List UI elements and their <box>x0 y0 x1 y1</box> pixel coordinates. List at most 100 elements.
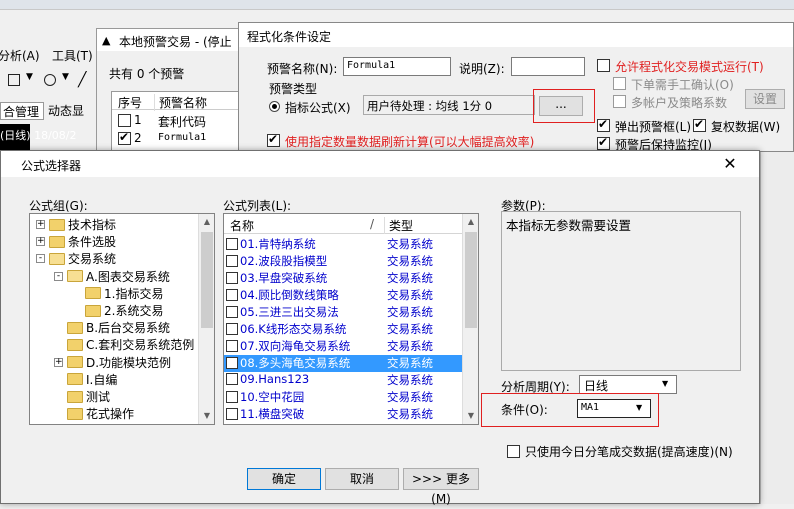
formula-name-text: 06.K线形态交易系统 <box>240 322 347 336</box>
only-today-checkbox[interactable] <box>507 445 520 458</box>
alert-name-input[interactable]: Formula1 <box>343 57 451 76</box>
alert-table: 序号 预警名称 1 套利代码 2 Formula1 <box>111 91 256 159</box>
condition-select[interactable]: MA1 ▼ <box>577 399 651 418</box>
manual-confirm-checkbox[interactable] <box>613 77 626 90</box>
tree-item[interactable]: I.自编 <box>54 371 117 388</box>
folder-icon <box>49 218 65 231</box>
tree-item[interactable]: + D.功能模块范例 <box>54 354 171 371</box>
table-row[interactable]: 1 套利代码 <box>112 112 256 130</box>
close-button[interactable]: ✕ <box>701 151 759 177</box>
col-seq-header[interactable]: 序号 <box>118 94 142 111</box>
chevron-down-icon: ▼ <box>636 403 643 412</box>
list-item[interactable]: 02.波段股指模型 交易系统 <box>224 253 462 270</box>
scroll-down-icon[interactable]: ▼ <box>463 408 478 424</box>
formula-name: 02.波段股指模型 <box>226 253 327 269</box>
tree-item[interactable]: C.套利交易系统范例 <box>54 336 194 353</box>
scroll-thumb[interactable] <box>465 232 477 328</box>
tree-item-label: B.后台交易系统 <box>86 321 171 336</box>
col-name-header[interactable]: 名称 <box>230 217 254 234</box>
selector-titlebar: 公式选择器 ✕ <box>1 151 759 177</box>
tree-item[interactable]: - 交易系统 <box>36 250 116 267</box>
formula-name: 08.多头海龟交易系统 <box>226 355 350 371</box>
period-select[interactable]: 日线 ▼ <box>579 375 677 394</box>
collapse-icon[interactable]: - <box>54 271 63 281</box>
row-checkbox[interactable] <box>118 114 131 127</box>
tree-item[interactable]: 2.系统交易 <box>72 302 163 319</box>
table-row[interactable]: 2 Formula1 <box>112 130 256 148</box>
scroll-up-icon[interactable]: ▲ <box>199 214 214 230</box>
formula-type: 交易系统 <box>387 254 433 268</box>
allow-trade-checkbox[interactable] <box>597 59 610 72</box>
formula-name: 07.双向海龟交易系统 <box>226 338 350 354</box>
condition-label: 条件(O): <box>501 403 548 417</box>
list-item[interactable]: 06.K线形态交易系统 交易系统 <box>224 321 462 338</box>
popup-box-checkbox[interactable] <box>597 117 610 132</box>
tree-item[interactable]: 花式操作 <box>54 405 134 422</box>
dropdown-arrow-icon[interactable]: ▼ <box>26 72 33 82</box>
formula-name-text: 11.横盘突破 <box>240 407 305 421</box>
scroll-down-icon[interactable]: ▼ <box>199 408 214 424</box>
list-item[interactable]: 01.肯特纳系统 交易系统 <box>224 236 462 253</box>
app-menubar: 分析(A) 工具(T) <box>0 44 100 66</box>
menu-analysis[interactable]: 分析(A) <box>0 47 40 64</box>
expand-icon[interactable]: + <box>36 220 45 229</box>
condset-title: 程式化条件设定 <box>247 30 332 44</box>
dropdown-arrow-icon[interactable]: ▼ <box>62 72 69 82</box>
tree-item[interactable]: 1.指标交易 <box>72 285 163 302</box>
list-item[interactable]: 09.Hans123 交易系统 <box>224 372 462 389</box>
tab-manage[interactable]: 合管理 <box>0 102 44 120</box>
formula-list: 名称 / 类型 01.肯特纳系统 交易系统 02.波段股指模型 交易系统 03.早盘突破… <box>223 213 479 425</box>
ellipse-tool-icon[interactable] <box>44 74 56 86</box>
tree-item[interactable]: 测试 <box>54 388 110 405</box>
cancel-button[interactable]: 取消 <box>325 468 399 490</box>
col-name-header[interactable]: 预警名称 <box>154 94 207 111</box>
ok-button[interactable]: 确定 <box>247 468 321 490</box>
list-item[interactable]: 08.多头海龟交易系统 交易系统 <box>224 355 462 372</box>
tree-item[interactable]: + 技术指标 <box>36 216 116 233</box>
scroll-up-icon[interactable]: ▲ <box>463 214 478 230</box>
list-item[interactable]: 03.早盘突破系统 交易系统 <box>224 270 462 287</box>
scroll-thumb[interactable] <box>201 232 213 328</box>
folder-icon <box>67 407 83 420</box>
collapse-icon[interactable]: - <box>36 254 45 264</box>
row-checkbox[interactable] <box>118 130 131 145</box>
only-today-label: 只使用今日分笔成交数据(提高速度)(N) <box>525 445 733 459</box>
list-item[interactable]: 05.三进三出交易法 交易系统 <box>224 304 462 321</box>
formula-icon <box>226 407 238 420</box>
list-item[interactable]: 10.空中花园 交易系统 <box>224 389 462 406</box>
desc-input[interactable] <box>511 57 585 76</box>
alert-count-text: 共有 0 个预警 <box>109 67 185 81</box>
multi-account-checkbox[interactable] <box>613 95 626 108</box>
folder-icon <box>85 287 101 300</box>
specified-refresh-label: 使用指定数量数据刷新计算(可以大幅提高效率) <box>285 135 535 149</box>
tree-item-label: D.功能模块范例 <box>86 355 172 370</box>
tree-item[interactable]: - A.图表交易系统 <box>54 268 170 285</box>
formula-radio[interactable] <box>269 101 280 112</box>
recheck-checkbox[interactable] <box>693 117 706 132</box>
list-item[interactable]: 07.双向海龟交易系统 交易系统 <box>224 338 462 355</box>
tree-item[interactable]: + 条件选股 <box>36 233 116 250</box>
formula-icon <box>226 254 238 267</box>
tree-item-label: 交易系统 <box>68 252 117 267</box>
list-scrollbar[interactable]: ▲ ▼ <box>462 214 478 424</box>
tree-item[interactable]: B.后台交易系统 <box>54 319 170 336</box>
formula-name: 03.早盘突破系统 <box>226 270 327 286</box>
list-item[interactable]: 04.顾比倒数线策略 交易系统 <box>224 287 462 304</box>
menu-tools[interactable]: 工具(T) <box>52 47 93 64</box>
pen-tool-icon[interactable]: ╱ <box>78 72 86 88</box>
folder-icon <box>67 373 83 386</box>
list-item[interactable]: 11.横盘突破 交易系统 <box>224 406 462 423</box>
setup-button[interactable]: 设置 <box>745 89 785 109</box>
more-button[interactable]: >>> 更多(M) <box>403 468 479 506</box>
tree-scrollbar[interactable]: ▲ ▼ <box>198 214 214 424</box>
rect-tool-icon[interactable] <box>8 74 20 86</box>
tab-dynamic[interactable]: 动态显 <box>48 102 84 119</box>
formula-name-text: 02.波段股指模型 <box>240 254 328 268</box>
formula-type: 交易系统 <box>387 407 433 421</box>
formula-icon <box>226 237 238 250</box>
keep-monitor-checkbox[interactable] <box>597 135 610 150</box>
col-type-header[interactable]: 类型 <box>384 217 413 234</box>
expand-icon[interactable]: + <box>54 357 63 367</box>
expand-icon[interactable]: + <box>36 237 45 247</box>
specified-refresh-checkbox[interactable] <box>267 132 280 147</box>
